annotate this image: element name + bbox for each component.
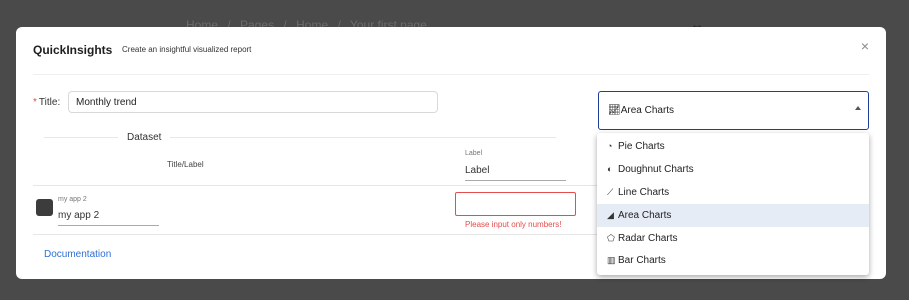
dropdown-item-label: Area Charts <box>618 209 672 221</box>
area-chart-icon: 📈︎ <box>608 105 621 116</box>
header-divider <box>33 74 869 75</box>
dataset-label: Dataset <box>118 132 171 143</box>
title-label-column-header: Title/Label <box>167 160 204 169</box>
dropdown-item-doughnut-charts[interactable]: ◐ Doughnut Charts <box>597 158 869 181</box>
label-field-underline <box>465 180 566 181</box>
row-name-underline <box>58 225 159 226</box>
label-field-caption: Label <box>465 150 483 157</box>
table-divider-bottom <box>33 234 598 235</box>
dropdown-item-label: Doughnut Charts <box>618 163 694 175</box>
title-label-colon: : <box>57 97 61 108</box>
doughnut-chart-icon: ◐ <box>607 163 613 174</box>
table-divider-top <box>33 185 598 186</box>
title-input[interactable] <box>68 91 438 113</box>
area-chart-icon: ◢ <box>607 209 614 220</box>
chart-type-dropdown: ◔ Pie Charts ◐ Doughnut Charts ⟋ Line Chart… <box>597 133 869 275</box>
dropdown-item-area-charts[interactable]: ◢ Area Charts <box>597 203 869 227</box>
dropdown-item-label: Bar Charts <box>618 255 666 267</box>
dropdown-item-line-charts[interactable]: ⟋ Line Charts <box>597 181 869 204</box>
dropdown-item-label: Radar Charts <box>618 232 678 244</box>
chart-type-select[interactable]: 📈︎Area Charts <box>598 91 869 130</box>
documentation-link[interactable]: Documentation <box>44 249 111 260</box>
modal-subtitle: Create an insightful visualized report <box>122 45 252 54</box>
close-button[interactable]: × <box>858 39 872 53</box>
row-name-caption: my app 2 <box>58 196 87 203</box>
dropdown-item-label: Line Charts <box>618 186 670 198</box>
required-mark: * <box>33 97 37 108</box>
bar-chart-icon: ▥ <box>607 255 616 266</box>
label-field-value[interactable]: Label <box>465 165 489 176</box>
dropdown-item-label: Pie Charts <box>618 141 665 152</box>
pie-chart-icon: ◔ <box>607 141 613 151</box>
radar-chart-icon: ⬠ <box>607 232 615 243</box>
dropdown-item-pie-charts[interactable]: ◔ Pie Charts <box>597 135 869 158</box>
chart-type-selected-label: Area Charts <box>620 105 675 116</box>
close-icon: × <box>860 38 870 54</box>
row-number-input[interactable] <box>455 192 576 216</box>
validation-error-text: Please input only numbers! <box>465 220 562 229</box>
modal-title: QuickInsights <box>33 43 113 57</box>
series-color-swatch[interactable] <box>36 199 53 216</box>
caret-up-icon <box>855 106 861 110</box>
chart-type-selected: 📈︎Area Charts <box>608 105 674 116</box>
line-chart-icon: ⟋ <box>607 186 614 197</box>
title-label-text: Title <box>38 97 58 108</box>
row-name-value[interactable]: my app 2 <box>58 210 99 221</box>
dropdown-item-radar-charts[interactable]: ⬠ Radar Charts <box>597 227 869 250</box>
dropdown-item-bar-charts[interactable]: ▥ Bar Charts <box>597 249 869 272</box>
title-field-label: * Title: <box>33 97 60 108</box>
